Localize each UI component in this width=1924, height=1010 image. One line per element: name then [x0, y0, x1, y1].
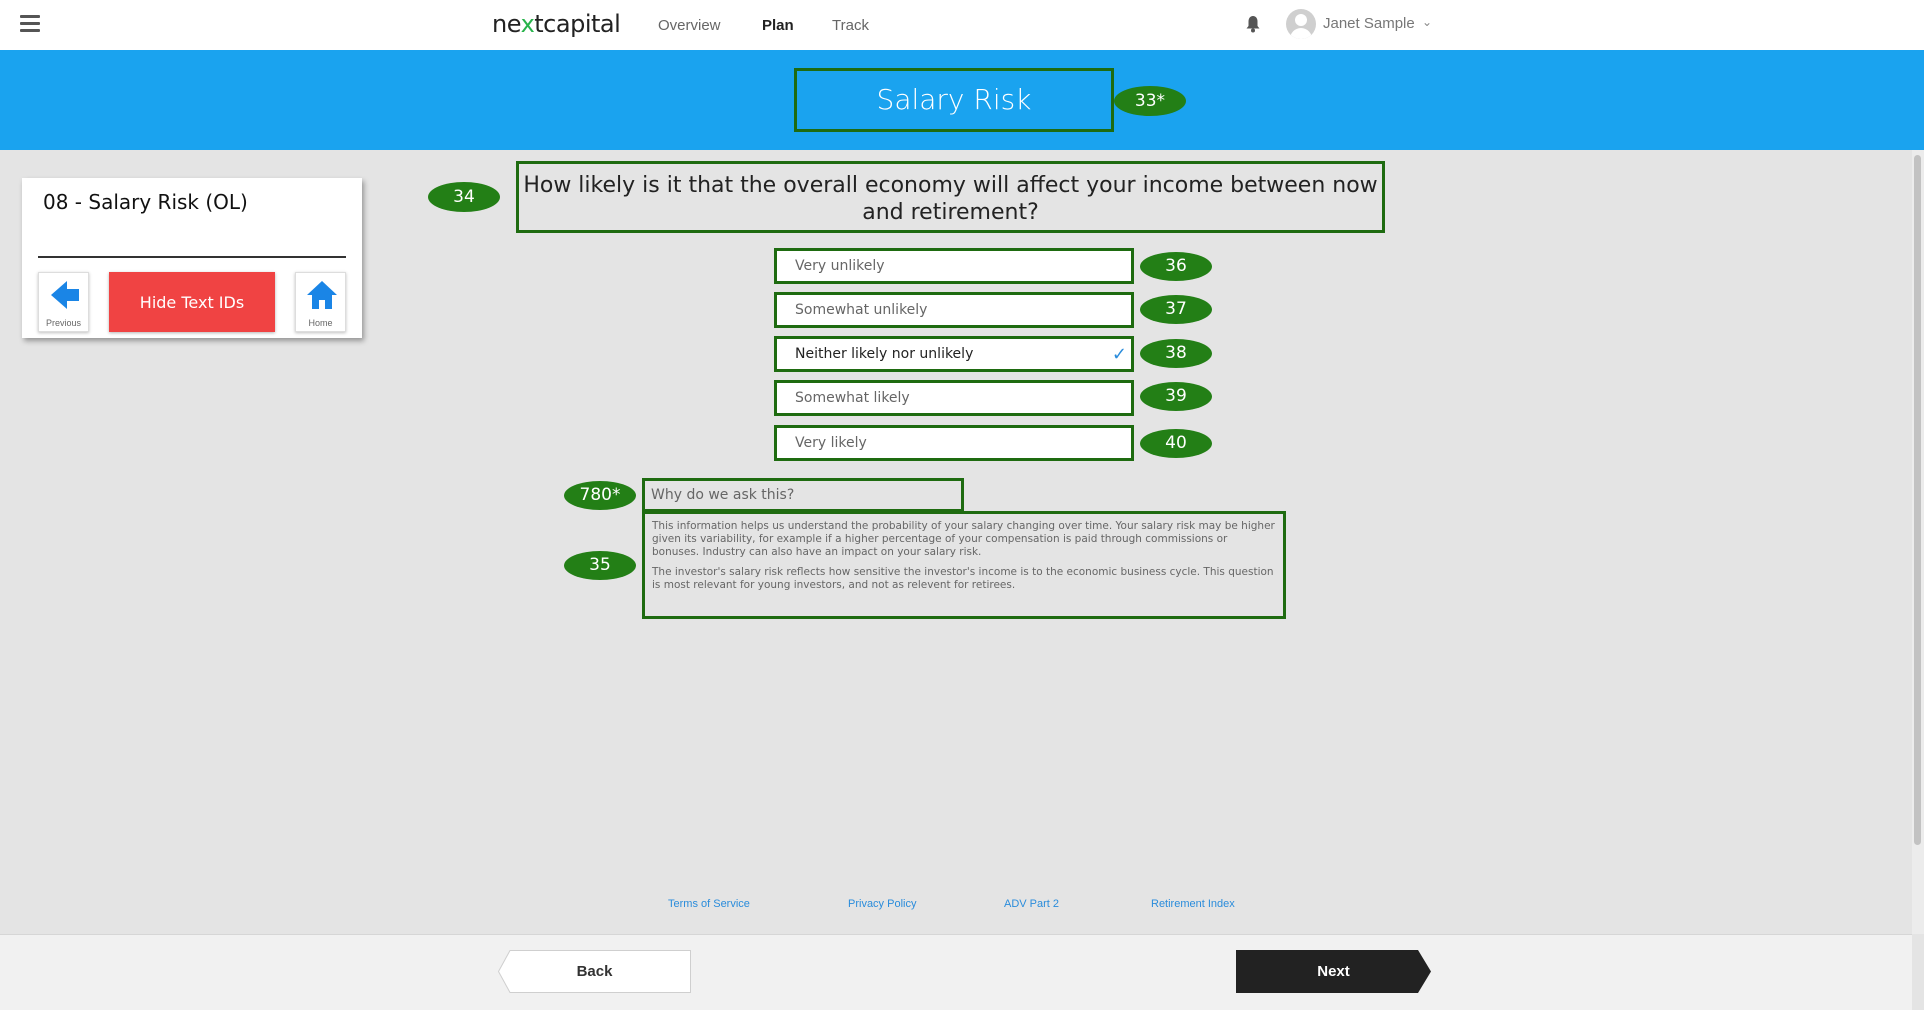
hamburger-menu-icon[interactable] — [20, 15, 40, 33]
question-text: How likely is it that the overall econom… — [516, 161, 1385, 233]
user-name[interactable]: Janet Sample — [1323, 15, 1415, 32]
home-label: Home — [308, 318, 333, 328]
checkmark-icon: ✓ — [1111, 344, 1127, 365]
text-id-badge-question: 34 — [428, 182, 500, 212]
option-neither-likely-nor-unlikely[interactable]: Neither likely nor unlikely ✓ — [774, 336, 1134, 372]
text-id-badge-option: 36 — [1140, 252, 1212, 281]
scrollbar-thumb[interactable] — [1914, 155, 1921, 845]
logo-text-1: ne — [492, 10, 521, 38]
page-title: Salary Risk — [794, 68, 1114, 132]
text-id-badge-title: 33* — [1114, 86, 1186, 116]
option-label: Very unlikely — [795, 258, 885, 274]
retirement-index-link[interactable]: Retirement Index — [1151, 898, 1235, 910]
nav-track[interactable]: Track — [832, 17, 869, 34]
panel-title: 08 - Salary Risk (OL) — [43, 190, 248, 214]
logo-text-2: tcapital — [534, 10, 621, 38]
previous-label: Previous — [45, 318, 81, 328]
why-paragraph-1: This information helps us understand the… — [652, 520, 1275, 558]
privacy-policy-link[interactable]: Privacy Policy — [848, 898, 916, 910]
nextcapital-logo[interactable]: nextcapital — [492, 10, 621, 38]
next-button-label: Next — [1317, 963, 1350, 980]
chevron-down-icon[interactable]: ⌄ — [1422, 15, 1432, 29]
option-somewhat-unlikely[interactable]: Somewhat unlikely — [774, 292, 1134, 328]
user-avatar[interactable] — [1286, 9, 1316, 39]
nav-overview[interactable]: Overview — [658, 17, 721, 34]
adv-part-2-link[interactable]: ADV Part 2 — [1004, 898, 1059, 910]
back-button[interactable]: Back — [498, 950, 691, 993]
option-label: Somewhat likely — [795, 390, 910, 406]
text-id-badge-option: 38 — [1140, 339, 1212, 368]
notification-bell-icon[interactable] — [1245, 15, 1261, 33]
arrow-left-icon — [51, 281, 79, 309]
back-button-label: Back — [576, 963, 613, 980]
text-id-panel: 08 - Salary Risk (OL) Previous Hide Text… — [22, 178, 362, 338]
option-very-unlikely[interactable]: Very unlikely — [774, 248, 1134, 284]
next-button[interactable]: Next — [1236, 950, 1431, 993]
text-id-badge-option: 37 — [1140, 295, 1212, 324]
text-id-badge-option: 39 — [1140, 382, 1212, 411]
logo-text-x: x — [520, 10, 535, 38]
terms-of-service-link[interactable]: Terms of Service — [668, 898, 750, 910]
why-do-we-ask-toggle[interactable]: Why do we ask this? — [642, 478, 964, 512]
bottom-action-bar — [0, 934, 1912, 1010]
nav-plan[interactable]: Plan — [762, 17, 794, 34]
why-paragraph-2: The investor's salary risk reflects how … — [652, 566, 1274, 591]
hide-text-ids-button[interactable]: Hide Text IDs — [109, 272, 275, 332]
text-id-badge-why-header: 780* — [564, 481, 636, 510]
home-button[interactable]: Home — [295, 272, 346, 332]
option-label: Very likely — [795, 435, 867, 451]
home-icon — [307, 281, 337, 309]
text-id-badge-why-body: 35 — [564, 551, 636, 580]
top-navigation: nextcapital Overview Plan Track Janet Sa… — [0, 0, 1924, 50]
panel-divider — [38, 256, 346, 258]
text-id-badge-option: 40 — [1140, 429, 1212, 458]
previous-button[interactable]: Previous — [38, 272, 89, 332]
option-somewhat-likely[interactable]: Somewhat likely — [774, 380, 1134, 416]
option-label: Somewhat unlikely — [795, 302, 928, 318]
option-label: Neither likely nor unlikely — [795, 346, 974, 362]
why-explanation: This information helps us understand the… — [642, 511, 1286, 619]
option-very-likely[interactable]: Very likely — [774, 425, 1134, 461]
